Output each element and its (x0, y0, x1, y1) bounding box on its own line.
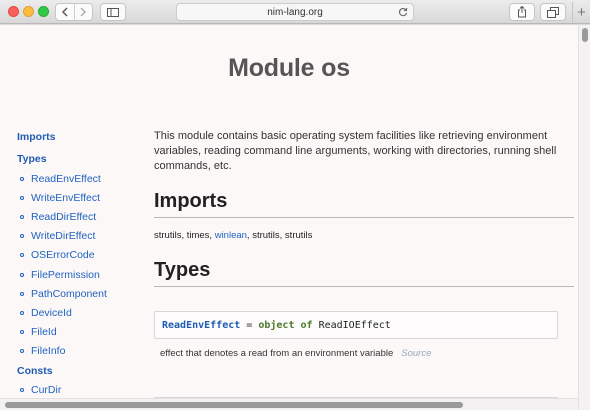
toc-type-item[interactable]: PathComponent (17, 284, 137, 303)
sidebar-icon (107, 7, 119, 17)
bullet-icon (20, 195, 24, 200)
toc-type-item[interactable]: ReadEnvEffect (17, 169, 137, 188)
type-name[interactable]: ReadEnvEffect (162, 320, 240, 331)
bullet-icon (20, 253, 24, 258)
tabs-icon (547, 6, 559, 18)
toc-types-link[interactable]: Types (17, 153, 137, 165)
source-link[interactable]: Source (401, 348, 431, 359)
toc-type-item[interactable]: DeviceId (17, 303, 137, 322)
toc-type-item[interactable]: ReadDirEffect (17, 207, 137, 226)
imports-heading: Imports (154, 190, 574, 218)
toc-imports-link[interactable]: Imports (17, 131, 137, 143)
types-heading: Types (154, 259, 574, 287)
toc-type-item[interactable]: WriteEnvEffect (17, 188, 137, 207)
chevron-right-icon (80, 7, 87, 17)
close-window-button[interactable] (8, 6, 19, 17)
toc-type-item[interactable]: FilePermission (17, 265, 137, 284)
history-nav (55, 3, 93, 21)
toc-consts-link[interactable]: Consts (17, 365, 137, 377)
bullet-icon (20, 214, 24, 219)
page-title: Module os (228, 54, 350, 82)
vertical-scrollbar[interactable] (578, 25, 590, 410)
address-bar[interactable]: nim-lang.org (176, 3, 414, 21)
bullet-icon (20, 388, 24, 393)
toc-type-item[interactable]: FileInfo (17, 342, 137, 361)
minimize-window-button[interactable] (23, 6, 34, 17)
bullet-icon (20, 330, 24, 335)
bullet-icon (20, 291, 24, 296)
plus-icon: + (577, 3, 586, 21)
bullet-icon (20, 272, 24, 277)
module-description: This module contains basic operating sys… (154, 130, 557, 172)
back-button[interactable] (56, 4, 74, 20)
new-tab-button[interactable]: + (572, 2, 590, 22)
reload-icon[interactable] (398, 7, 408, 17)
url-text: nim-lang.org (267, 6, 323, 18)
toc-type-item[interactable]: FileId (17, 323, 137, 342)
toc-types-list: ReadEnvEffect WriteEnvEffect ReadDirEffe… (17, 169, 137, 361)
toc-type-item[interactable]: WriteDirEffect (17, 227, 137, 246)
horizontal-scroll-thumb[interactable] (5, 402, 463, 408)
zoom-window-button[interactable] (38, 6, 49, 17)
toc-sidebar: Imports Types ReadEnvEffect WriteEnvEffe… (17, 131, 137, 400)
browser-toolbar: nim-lang.org + (0, 0, 590, 24)
share-icon (518, 6, 526, 18)
type-description: effect that denotes a read from an envir… (160, 348, 432, 359)
horizontal-scrollbar[interactable] (0, 398, 578, 410)
type-signature: ReadEnvEffect = object of ReadIOEffect (154, 311, 558, 339)
bullet-icon (20, 234, 24, 239)
bullet-icon (20, 310, 24, 315)
web-viewport: Module os Imports Types ReadEnvEffect Wr… (0, 25, 590, 410)
imports-list: strutils, times, winlean, strutils, stru… (154, 230, 313, 241)
share-button[interactable] (509, 3, 535, 21)
show-tabs-button[interactable] (540, 3, 566, 21)
chevron-left-icon (61, 7, 68, 17)
import-link-winlean[interactable]: winlean (215, 230, 247, 241)
forward-button[interactable] (73, 4, 93, 20)
vertical-scroll-thumb[interactable] (582, 28, 588, 42)
sidebar-toggle-button[interactable] (100, 3, 126, 21)
bullet-icon (20, 349, 24, 354)
bullet-icon (20, 176, 24, 181)
toc-type-item[interactable]: OSErrorCode (17, 246, 137, 265)
main-content: This module contains basic operating sys… (154, 129, 574, 359)
